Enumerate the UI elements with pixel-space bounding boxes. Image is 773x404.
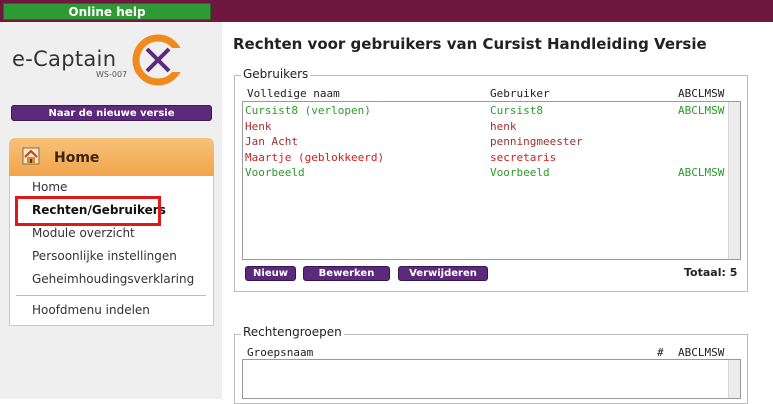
column-header-group-rights[interactable]: ABCLMSW xyxy=(678,346,724,359)
column-header-group-name[interactable]: Groepsnaam xyxy=(247,346,313,359)
row-cell-rights: ABCLMSW xyxy=(678,104,725,117)
table-row[interactable]: Voorbeeld Voorbeeld ABCLMSW xyxy=(243,166,725,181)
menu-item-hoofdmenu-indelen[interactable]: Hoofdmenu indelen xyxy=(32,303,150,317)
table-row[interactable]: Henk henk xyxy=(243,120,723,135)
house-icon xyxy=(22,147,40,165)
edit-user-button[interactable]: Bewerken xyxy=(303,266,390,281)
row-cell-user: Cursist8 xyxy=(490,104,543,117)
row-cell-name: Maartje (geblokkeerd) xyxy=(245,150,385,164)
column-header-full-name[interactable]: Volledige naam xyxy=(247,87,340,100)
row-cell-name: Cursist8 (verlopen) xyxy=(245,104,371,117)
groups-legend: Rechtengroepen xyxy=(241,325,344,339)
column-header-rights[interactable]: ABCLMSW xyxy=(678,87,724,100)
menu-item-geheimhoudingsverklaring[interactable]: Geheimhoudingsverklaring xyxy=(32,272,194,286)
groups-list-scrollbar[interactable] xyxy=(728,360,740,398)
column-header-user[interactable]: Gebruiker xyxy=(490,87,550,100)
top-bar: Online help xyxy=(0,0,773,22)
row-cell-name: Henk xyxy=(245,119,272,133)
delete-user-button[interactable]: Verwijderen xyxy=(398,266,488,281)
highlight-box xyxy=(15,196,161,226)
menu-item-home[interactable]: Home xyxy=(32,180,67,194)
row-cell-user: Voorbeeld xyxy=(490,166,550,179)
users-legend: Gebruikers xyxy=(241,67,311,81)
row-cell-name: Jan Acht xyxy=(245,135,298,148)
new-version-button[interactable]: Naar de nieuwe versie xyxy=(11,105,212,121)
menu-divider xyxy=(16,295,206,296)
logo-version: WS-007 xyxy=(96,70,128,79)
captain-logo-icon xyxy=(132,34,184,86)
table-row[interactable]: Cursist8 (verlopen) Cursist8 ABCLMSW xyxy=(243,104,725,119)
column-header-count[interactable]: # xyxy=(657,346,664,359)
row-cell-user: secretaris xyxy=(490,150,557,164)
logo: e-Captain WS-007 xyxy=(12,28,187,92)
row-cell-user: penningmeester xyxy=(490,135,583,148)
row-cell-user: henk xyxy=(490,119,517,133)
home-section-header[interactable]: Home xyxy=(9,138,214,176)
users-list[interactable]: Cursist8 (verlopen) Cursist8 ABCLMSW Henk he… xyxy=(242,101,741,260)
users-list-scrollbar[interactable] xyxy=(728,102,740,259)
table-row[interactable]: Maartje (geblokkeerd) secretaris xyxy=(243,151,723,166)
new-user-button[interactable]: Nieuw xyxy=(245,266,296,281)
online-help-button[interactable]: Online help xyxy=(3,3,211,20)
table-row[interactable]: Jan Acht penningmeester xyxy=(243,135,723,150)
groups-list[interactable] xyxy=(242,359,741,399)
users-total: Totaal: 5 xyxy=(684,266,738,279)
page-title: Rechten voor gebruikers van Cursist Hand… xyxy=(233,35,707,53)
menu-item-persoonlijke-instellingen[interactable]: Persoonlijke instellingen xyxy=(32,249,177,263)
home-section-title: Home xyxy=(54,150,100,166)
menu-item-module-overzicht[interactable]: Module overzicht xyxy=(32,226,135,240)
row-cell-name: Voorbeeld xyxy=(245,166,305,179)
logo-name: e-Captain xyxy=(12,47,117,71)
row-cell-rights: ABCLMSW xyxy=(678,166,725,179)
